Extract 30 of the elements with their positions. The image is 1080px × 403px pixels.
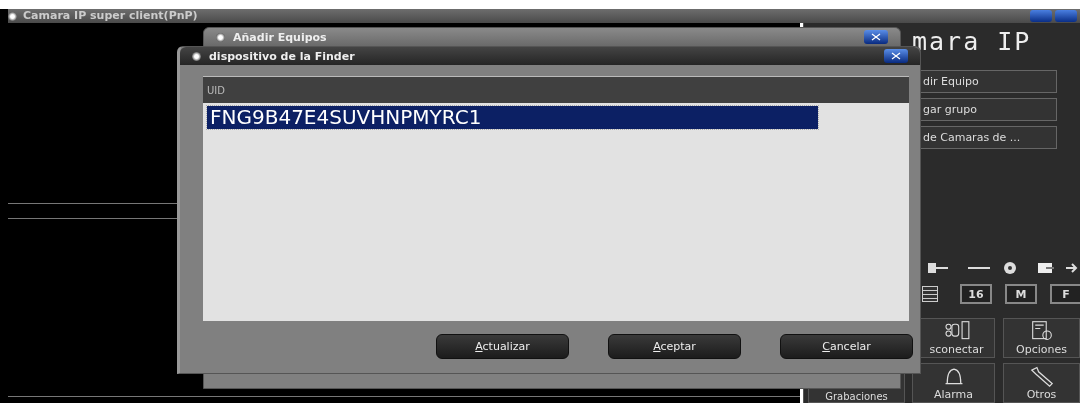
view-button[interactable]: 16	[960, 284, 992, 304]
close-icon	[891, 52, 901, 60]
side-menu-button[interactable]: dir Equipo	[918, 70, 1057, 93]
close-button[interactable]	[884, 49, 908, 63]
column-header[interactable]: UID	[207, 84, 225, 96]
view-button[interactable]: F	[1050, 284, 1080, 304]
dialog-title: dispositivo de la Finder	[209, 49, 355, 63]
app-icon	[8, 11, 17, 21]
dialog-button[interactable]: Cancelar	[780, 334, 913, 359]
side-menu-button[interactable]: de Camaras de ...	[918, 126, 1057, 149]
app-title: mara IP	[912, 27, 1032, 56]
close-icon	[871, 33, 881, 41]
dialog-title: Añadir Equipos	[233, 30, 327, 44]
dialog-icon	[192, 51, 201, 61]
view-button[interactable]: M	[1005, 284, 1037, 304]
close-button[interactable]	[864, 30, 888, 44]
toolbar-tile[interactable]: Otros	[1003, 363, 1080, 403]
window-title: Camara IP super client(PnP)	[23, 10, 198, 22]
maximize-button[interactable]	[1055, 10, 1077, 22]
grid-icon[interactable]	[922, 286, 938, 302]
dialog-button[interactable]: Actualizar	[436, 334, 569, 359]
dialog-icon	[216, 32, 225, 42]
minimize-button[interactable]	[1030, 10, 1052, 22]
side-menu-button[interactable]: gar grupo	[918, 98, 1057, 121]
arrow-icon[interactable]	[1065, 263, 1078, 273]
toolbar-tile[interactable]: Alarma	[912, 363, 995, 403]
toolbar-tile[interactable]: Opciones	[1003, 318, 1080, 358]
uid-row[interactable]: FNG9B47E4SUVHNPMYRC1	[207, 106, 818, 129]
dialog-button[interactable]: Aceptar	[608, 334, 741, 359]
toolbar-tile[interactable]: sconectar	[918, 318, 995, 358]
